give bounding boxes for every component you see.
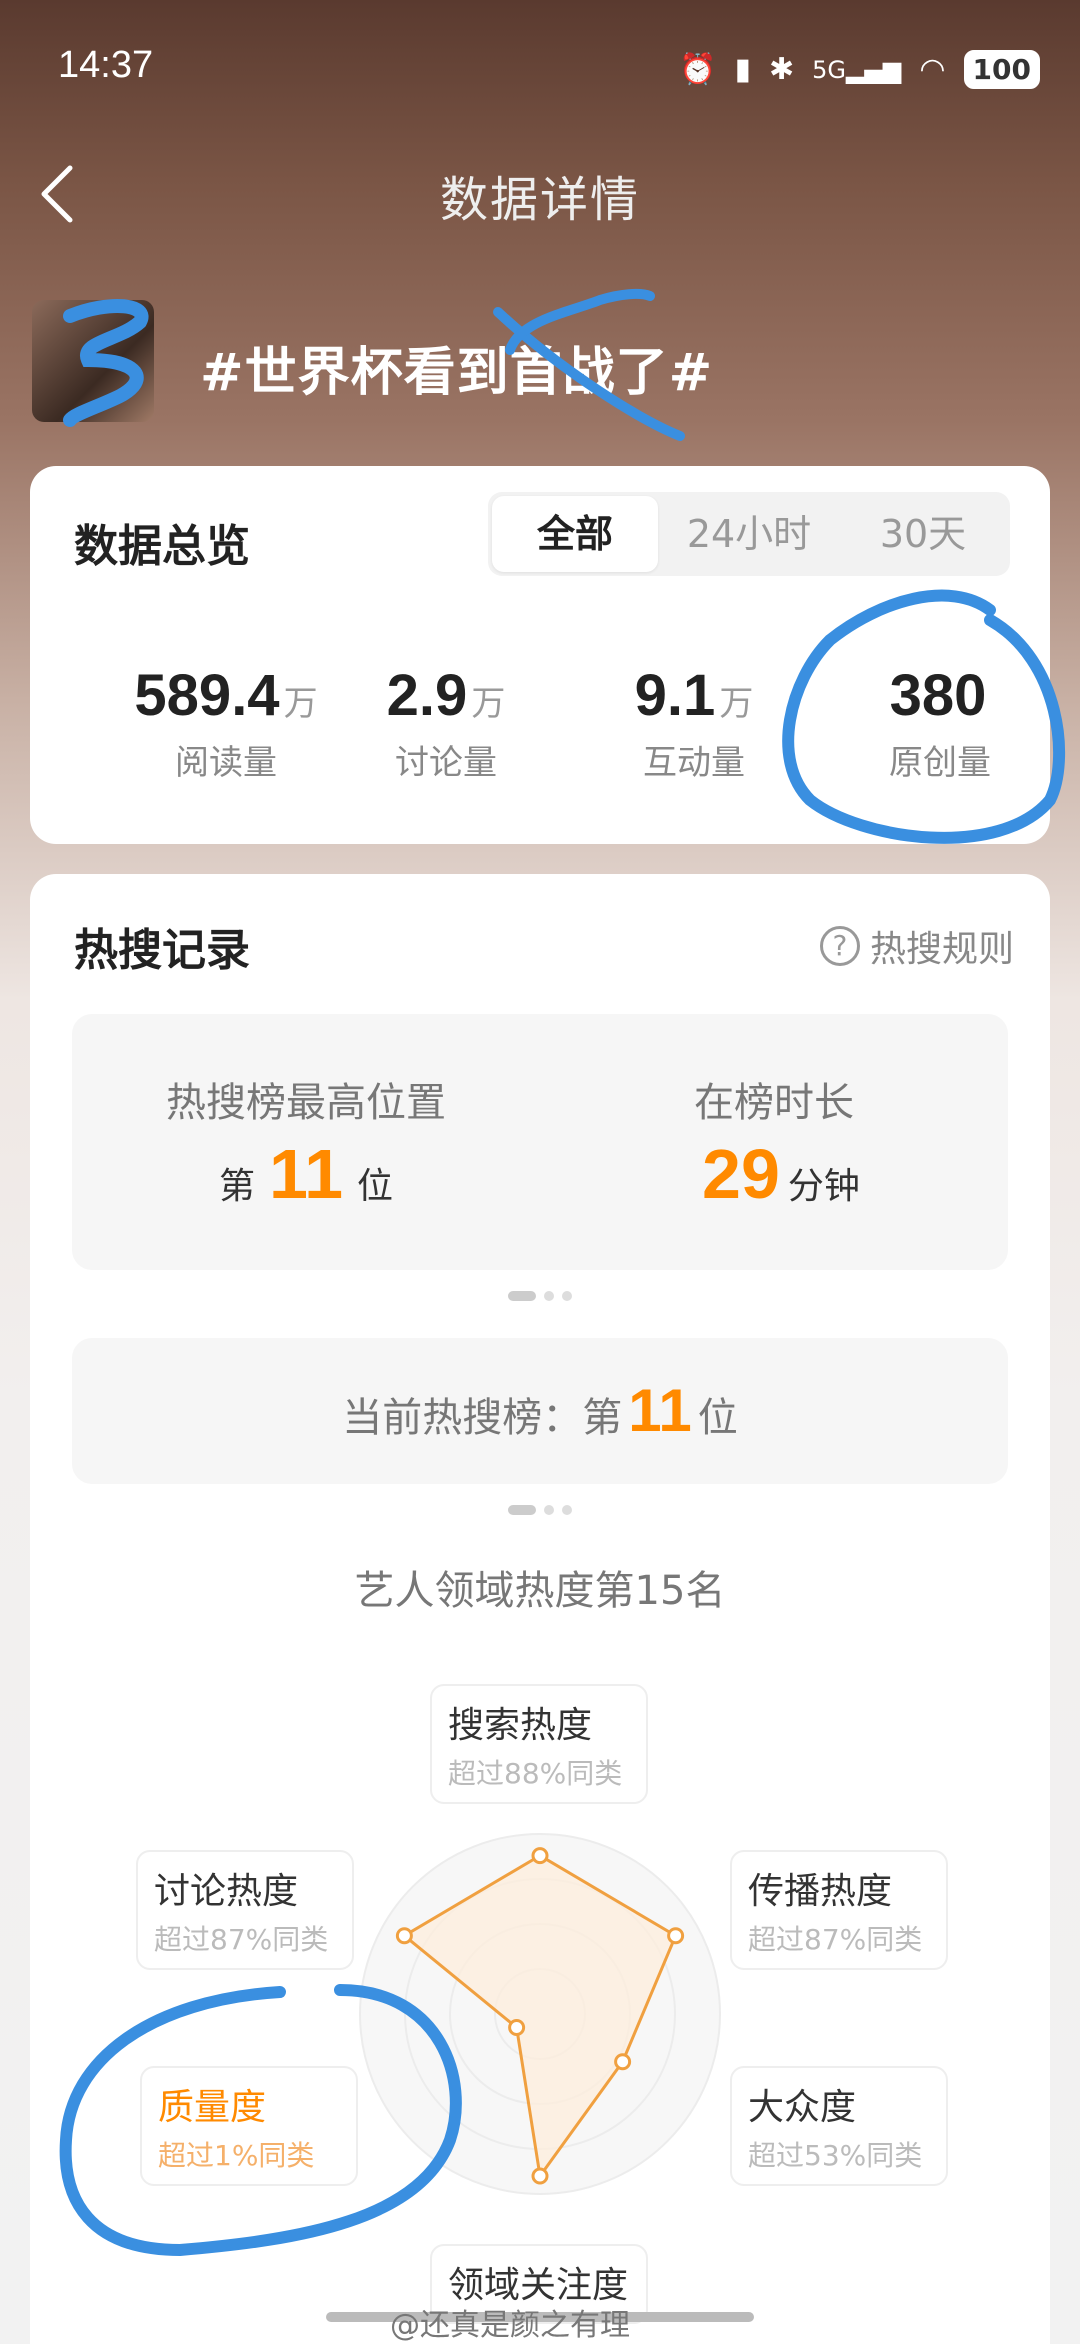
stat-originals: 380 原创量	[820, 662, 1060, 784]
radar-label-popularity: 大众度 超过53%同类	[730, 2066, 948, 2186]
radar-point-2	[614, 2053, 632, 2071]
stat-unit: 万	[283, 684, 318, 724]
status-bar: 14:37 ⏰ ▮ ✱ 5G▂▄▆ ◠ 100	[0, 0, 1080, 120]
best-position-label: 热搜榜最高位置	[166, 1080, 446, 1126]
nav-bar: 数据详情	[0, 140, 1080, 240]
duration: 在榜时长 29 分钟	[540, 1014, 1008, 1270]
vibrate-icon: ▮	[734, 52, 751, 87]
page-title: 数据详情	[439, 172, 640, 228]
radar-label-search: 搜索热度 超过88%同类	[430, 1684, 648, 1804]
avatar[interactable]	[32, 300, 154, 422]
radar-point-0	[531, 1847, 549, 1865]
topic-title: #世界杯看到首战了#	[200, 343, 714, 403]
watermark: @还真是颜之有理	[390, 2308, 630, 2343]
best-position: 热搜榜最高位置 第 11 位	[72, 1014, 540, 1270]
radar-label-spread: 传播热度 超过87%同类	[730, 1850, 948, 1970]
tab-all[interactable]: 全部	[492, 496, 658, 572]
hot-search-title: 热搜记录	[74, 925, 250, 976]
status-icons: ⏰ ▮ ✱ 5G▂▄▆ ◠ 100	[679, 50, 1040, 89]
stat-label: 讨论量	[395, 743, 497, 783]
pager-dots	[30, 1286, 1050, 1305]
current-rank-panel[interactable]: 当前热搜榜：第 11 位	[72, 1338, 1008, 1484]
hot-record-panel[interactable]: 热搜榜最高位置 第 11 位 在榜时长 29 分钟	[72, 1014, 1008, 1270]
radar-label-quality: 质量度 超过1%同类	[140, 2066, 358, 2186]
current-number: 11	[628, 1377, 692, 1444]
stat-unit: 万	[719, 684, 754, 724]
radar-point-3	[531, 2167, 549, 2185]
bluetooth-icon: ✱	[768, 52, 795, 87]
radar-point-4	[508, 2019, 526, 2036]
radar-label-discussion: 讨论热度 超过87%同类	[136, 1850, 354, 1970]
current-rank: 当前热搜榜：第 11 位	[72, 1376, 1008, 1445]
stat-label: 阅读量	[175, 743, 277, 783]
best-position-value: 第 11 位	[72, 1134, 540, 1214]
stat-value: 2.9	[386, 663, 468, 728]
duration-label: 在榜时长	[694, 1080, 854, 1126]
domain-rank: 艺人领域热度第15名	[354, 1568, 726, 1614]
stat-value: 380	[889, 663, 987, 728]
tab-30d[interactable]: 30天	[840, 496, 1006, 572]
question-icon: ?	[819, 926, 860, 966]
stat-reads: 589.4 万 阅读量	[106, 662, 346, 784]
stat-discussions: 2.9 万 讨论量	[326, 662, 566, 784]
time-range-tabs: 全部 24小时 30天	[488, 492, 1010, 576]
radar-point-1	[667, 1927, 685, 1945]
duration-value: 29 分钟	[540, 1134, 1008, 1214]
battery-icon: 100	[963, 50, 1040, 89]
stats-row: 589.4 万 阅读量 2.9 万 讨论量 9.1 万 互动量 380 原创量	[30, 662, 1050, 812]
stat-value: 9.1	[634, 663, 716, 728]
current-prefix: 当前热搜榜：第	[342, 1395, 623, 1441]
wifi-icon: ◠	[919, 52, 946, 87]
radar-point-5	[395, 1927, 413, 1945]
overview-card: 数据总览 全部 24小时 30天 589.4 万 阅读量 2.9 万 讨论量 9.1…	[30, 466, 1050, 844]
overview-title: 数据总览	[74, 521, 250, 572]
best-suffix: 位	[357, 1166, 394, 1207]
best-prefix: 第	[218, 1166, 255, 1207]
signal-icon: 5G▂▄▆	[812, 55, 902, 84]
duration-number: 29	[702, 1135, 780, 1213]
stat-value: 589.4	[134, 663, 280, 728]
alarm-icon: ⏰	[679, 52, 717, 87]
topic-header: #世界杯看到首战了#	[32, 300, 1032, 430]
stat-label: 互动量	[643, 743, 745, 783]
hot-search-card: 热搜记录 ? 热搜规则 热搜榜最高位置 第 11 位 在榜时长 29 分钟 当前热搜榜…	[30, 874, 1050, 2344]
current-suffix: 位	[697, 1395, 738, 1441]
rules-link[interactable]: ? 热搜规则	[819, 920, 1014, 972]
status-time: 14:37	[58, 44, 154, 86]
tab-24h[interactable]: 24小时	[666, 496, 832, 572]
duration-unit: 分钟	[787, 1166, 860, 1207]
stat-label: 原创量	[889, 743, 991, 783]
rules-label: 热搜规则	[869, 929, 1014, 970]
best-number: 11	[269, 1135, 343, 1213]
stat-unit: 万	[471, 684, 506, 724]
radar-chart: 搜索热度 超过88%同类 传播热度 超过87%同类 大众度 超过53%同类 领域…	[30, 1684, 1050, 2344]
stat-interactions: 9.1 万 互动量	[574, 662, 814, 784]
pager-dots-2	[30, 1500, 1050, 1519]
